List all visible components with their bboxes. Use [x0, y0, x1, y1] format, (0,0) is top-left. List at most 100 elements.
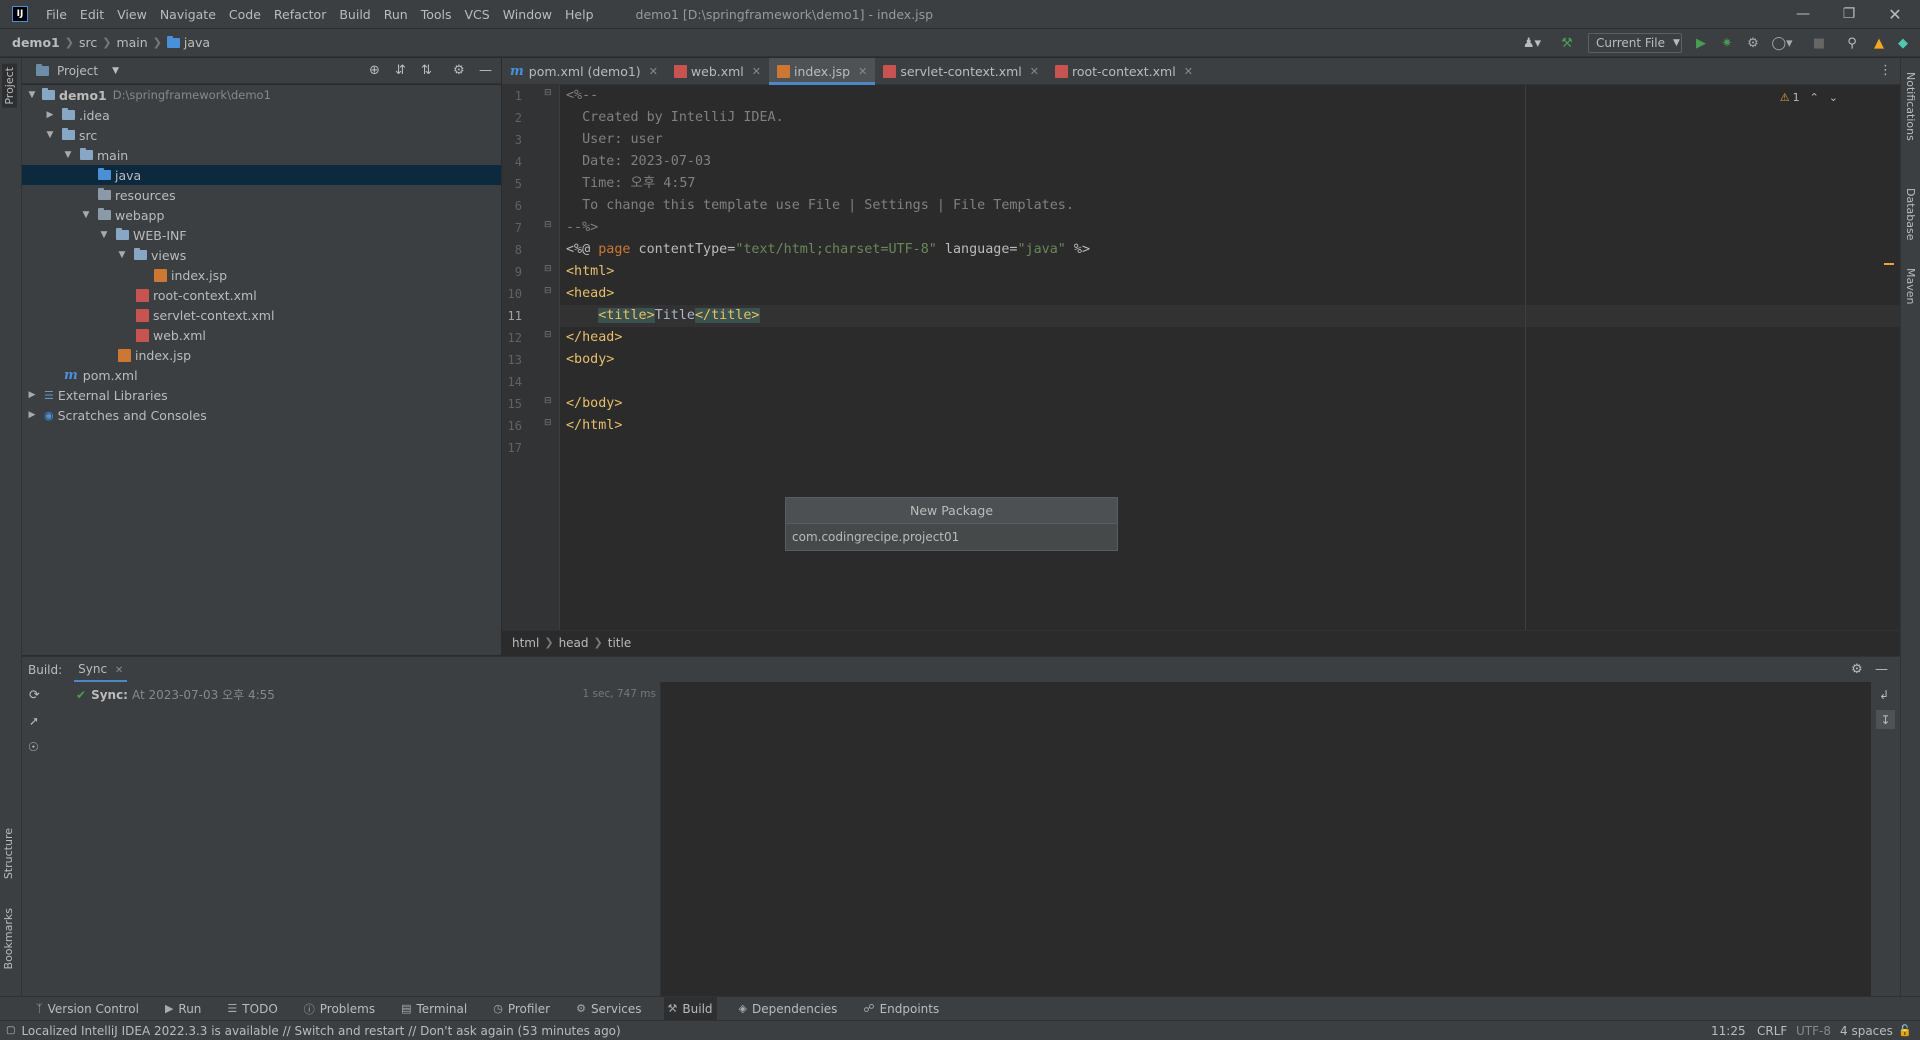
fold-icon[interactable]: ⊟: [544, 396, 552, 406]
user-account-icon[interactable]: ♟▾: [1518, 34, 1546, 52]
locate-icon[interactable]: ⊕: [369, 63, 380, 78]
tree-item-pom-xml[interactable]: m pom.xml: [22, 365, 501, 385]
sync-result-row[interactable]: ✔ Sync: At 2023-07-03 오후 4:55: [76, 686, 275, 703]
close-tab-icon[interactable]: ✕: [858, 65, 867, 78]
warning-stripe-marker[interactable]: [1884, 263, 1894, 265]
tree-item-webapp-index-jsp[interactable]: index.jsp: [22, 345, 501, 365]
tree-item-root-context[interactable]: root-context.xml: [22, 285, 501, 305]
tab-index-jsp[interactable]: index.jsp ✕: [769, 58, 876, 85]
tree-item-webapp[interactable]: ▼ webapp: [22, 205, 501, 225]
breadcrumb-title[interactable]: title: [608, 636, 631, 650]
bookmarks-tool-tab[interactable]: Bookmarks: [2, 908, 15, 969]
notifications-tool-tab[interactable]: Notifications: [1904, 72, 1917, 141]
breadcrumb-java[interactable]: java: [184, 35, 210, 50]
project-panel-title[interactable]: Project: [57, 64, 98, 78]
fold-icon[interactable]: ⊟: [544, 88, 552, 98]
tab-pom-xml[interactable]: m pom.xml (demo1) ✕: [502, 58, 666, 85]
fold-icon[interactable]: ⊟: [544, 330, 552, 340]
tool-services[interactable]: ⚙ Services: [572, 997, 645, 1021]
tree-item-idea[interactable]: ▶ .idea: [22, 105, 501, 125]
menu-window[interactable]: Window: [503, 7, 552, 22]
structure-tool-tab[interactable]: Structure: [2, 828, 15, 879]
restore-icon[interactable]: ❐: [1826, 0, 1872, 28]
status-message[interactable]: Localized IntelliJ IDEA 2022.3.3 is avai…: [21, 1024, 620, 1038]
gear-icon[interactable]: ⚙: [1851, 662, 1863, 677]
close-tab-icon[interactable]: ✕: [1030, 65, 1039, 78]
soft-wrap-icon[interactable]: ↲: [1879, 688, 1889, 702]
menu-navigate[interactable]: Navigate: [160, 7, 216, 22]
tool-build[interactable]: ⚒ Build: [663, 996, 717, 1021]
breadcrumb-main[interactable]: main: [116, 35, 147, 50]
tree-item-scratches[interactable]: ▶ ◉ Scratches and Consoles: [22, 405, 501, 425]
project-tool-tab[interactable]: Project: [2, 64, 17, 108]
pin-icon[interactable]: ➚: [29, 714, 39, 728]
tree-item-src[interactable]: ▼ src: [22, 125, 501, 145]
status-toggle-icon[interactable]: ▢: [6, 1025, 15, 1036]
build-hammer-icon[interactable]: ⚒: [1558, 34, 1576, 52]
eye-icon[interactable]: ☉: [28, 740, 39, 754]
tree-item-views[interactable]: ▼ views: [22, 245, 501, 265]
file-encoding[interactable]: UTF-8: [1796, 1024, 1831, 1038]
tab-servlet-context-xml[interactable]: servlet-context.xml ✕: [875, 58, 1047, 85]
indent-setting[interactable]: 4 spaces: [1840, 1024, 1893, 1038]
menu-refactor[interactable]: Refactor: [274, 7, 326, 22]
breadcrumb-src[interactable]: src: [79, 35, 97, 50]
code-with-me-icon[interactable]: ◆: [1894, 34, 1912, 52]
breadcrumb-html[interactable]: html: [512, 636, 539, 650]
more-tabs-icon[interactable]: ⋮: [1879, 63, 1892, 78]
run-configuration-dropdown[interactable]: Current File ▼: [1588, 33, 1682, 53]
tool-version-control[interactable]: ᛉ Version Control: [32, 997, 143, 1021]
tool-endpoints[interactable]: ☍ Endpoints: [859, 997, 943, 1021]
breadcrumb-demo1[interactable]: demo1: [12, 35, 60, 50]
previous-highlight-icon[interactable]: ⌃: [1810, 91, 1819, 104]
hide-panel-icon[interactable]: —: [479, 63, 492, 78]
tree-item-demo1[interactable]: ▼ demo1 D:\springframework\demo1: [22, 85, 501, 105]
tool-dependencies[interactable]: ◈ Dependencies: [735, 997, 842, 1021]
fold-icon[interactable]: ⊟: [544, 286, 552, 296]
close-tab-icon[interactable]: ✕: [649, 65, 658, 78]
lock-icon[interactable]: 🔓: [1898, 1024, 1912, 1037]
tree-item-main[interactable]: ▼ main: [22, 145, 501, 165]
tree-item-web-xml[interactable]: web.xml: [22, 325, 501, 345]
tree-item-web-inf[interactable]: ▼ WEB-INF: [22, 225, 501, 245]
minimize-icon[interactable]: —: [1780, 0, 1826, 28]
tab-sync[interactable]: Sync ✕: [74, 658, 128, 682]
fold-icon[interactable]: ⊟: [544, 264, 552, 274]
update-icon[interactable]: ▲: [1870, 34, 1888, 52]
menu-run[interactable]: Run: [384, 7, 408, 22]
collapse-all-icon[interactable]: ⇅: [421, 63, 432, 78]
tree-item-resources[interactable]: resources: [22, 185, 501, 205]
tree-item-external-libraries[interactable]: ▶ ☰ External Libraries: [22, 385, 501, 405]
debug-icon[interactable]: ✷: [1718, 34, 1736, 52]
close-icon[interactable]: ✕: [1872, 0, 1918, 28]
profile-icon[interactable]: ◯▾: [1768, 34, 1796, 52]
search-icon[interactable]: ⚲: [1843, 34, 1861, 52]
expand-all-icon[interactable]: ⇵: [395, 63, 406, 78]
menu-file[interactable]: File: [46, 7, 67, 22]
tab-web-xml[interactable]: web.xml ✕: [666, 58, 769, 85]
build-console-output[interactable]: [661, 682, 1871, 996]
gear-icon[interactable]: ⚙: [453, 63, 465, 78]
line-separator[interactable]: CRLF: [1757, 1024, 1787, 1038]
scroll-to-end-icon[interactable]: ↧: [1876, 710, 1895, 729]
database-tool-tab[interactable]: Database: [1904, 188, 1917, 241]
menu-edit[interactable]: Edit: [80, 7, 104, 22]
inspection-widget[interactable]: ⚠ 1 ⌃ ⌄: [1780, 91, 1838, 104]
menu-help[interactable]: Help: [565, 7, 594, 22]
close-tab-icon[interactable]: ✕: [1184, 65, 1193, 78]
refresh-icon[interactable]: ⟳: [29, 688, 40, 703]
fold-icon[interactable]: ⊟: [544, 220, 552, 230]
run-icon[interactable]: ▶: [1692, 34, 1710, 52]
close-tab-icon[interactable]: ✕: [115, 665, 123, 676]
coverage-icon[interactable]: ⚙: [1744, 34, 1762, 52]
tree-item-java[interactable]: java: [22, 165, 501, 185]
maven-tool-tab[interactable]: Maven: [1904, 268, 1917, 304]
close-tab-icon[interactable]: ✕: [752, 65, 761, 78]
menu-build[interactable]: Build: [339, 7, 370, 22]
tool-todo[interactable]: ☰ TODO: [223, 997, 281, 1021]
tree-item-views-index-jsp[interactable]: index.jsp: [22, 265, 501, 285]
next-highlight-icon[interactable]: ⌄: [1829, 91, 1838, 104]
tab-root-context-xml[interactable]: root-context.xml ✕: [1047, 58, 1201, 85]
caret-position[interactable]: 11:25: [1711, 1024, 1746, 1038]
menu-tools[interactable]: Tools: [421, 7, 452, 22]
